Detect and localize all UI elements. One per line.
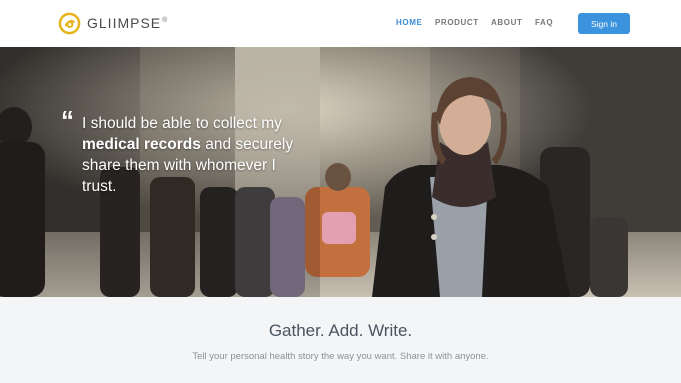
sign-in-button[interactable]: Sign in: [578, 13, 630, 34]
quote-emphasis: medical records: [82, 136, 201, 153]
brand-logo[interactable]: GLIIMPSE®: [58, 11, 168, 35]
nav-product-link[interactable]: PRODUCT: [435, 18, 479, 27]
registered-mark: ®: [162, 17, 169, 25]
nav-faq-link[interactable]: FAQ: [535, 18, 553, 27]
nav-home-link[interactable]: HOME: [396, 18, 422, 27]
features-subtitle: Tell your personal health story the way …: [192, 351, 489, 362]
gliimpse-logo-icon: [58, 12, 81, 34]
hero-quote: I should be able to collect my medical r…: [82, 115, 294, 195]
brand-name: GLIIMPSE®: [87, 15, 169, 31]
nav-about-link[interactable]: ABOUT: [491, 18, 522, 27]
features-title: Gather. Add. Write.: [268, 321, 413, 340]
features-section: Gather. Add. Write. Tell your personal h…: [0, 297, 681, 383]
quote-mark-icon: “: [61, 105, 74, 135]
site-header: GLIIMPSE® HOME PRODUCT ABOUT FAQ Sign in: [0, 0, 681, 47]
hero-banner: “ I should be able to collect my medical…: [0, 47, 681, 297]
